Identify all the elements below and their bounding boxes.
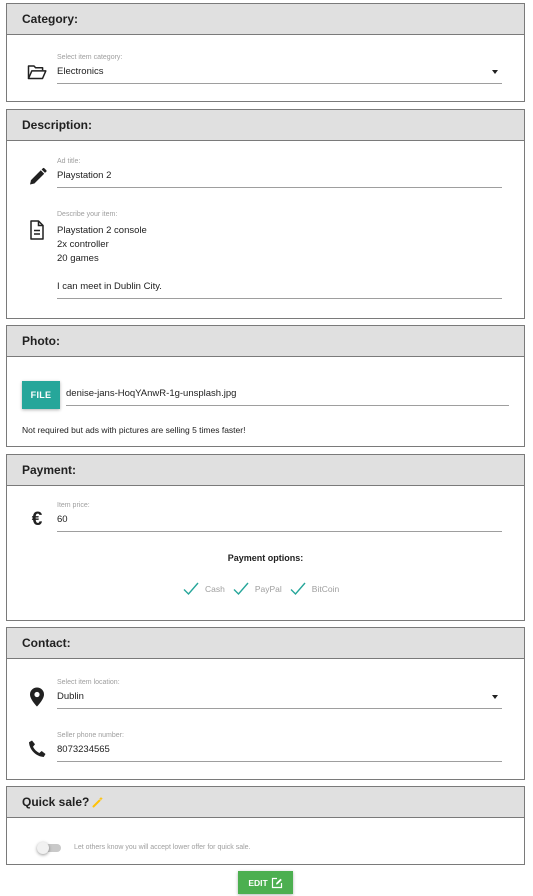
payment-option-cash[interactable]: Cash xyxy=(183,582,225,596)
location-select-label: Select item location: xyxy=(57,679,120,686)
photo-card: Photo: FILE denise-jans-HoqYAnwR-1g-unsp… xyxy=(6,325,525,447)
payment-option-bitcoin[interactable]: BitCoin xyxy=(290,582,339,596)
category-heading: Category: xyxy=(7,4,524,35)
payment-option-label: Cash xyxy=(205,584,225,594)
quick-sale-toggle[interactable] xyxy=(37,842,61,854)
payment-card: Payment: € Item price: 60 Payment option… xyxy=(6,454,525,621)
description-card: Description: Ad title: Playstation 2 Des… xyxy=(6,109,525,319)
phone-input[interactable]: 8073234565 xyxy=(57,740,502,762)
edit-icon xyxy=(271,877,282,888)
item-price-field[interactable]: Item price: 60 xyxy=(57,501,502,532)
file-path-input[interactable]: denise-jans-HoqYAnwR-1g-unsplash.jpg xyxy=(66,387,509,406)
photo-hint: Not required but ads with pictures are s… xyxy=(22,425,246,435)
item-description-field[interactable]: Describe your item: Playstation 2 consol… xyxy=(57,210,502,299)
magic-wand-icon xyxy=(92,796,104,808)
category-select-label: Select item category: xyxy=(57,54,123,61)
category-select-value: Electronics xyxy=(57,62,502,84)
phone-label: Seller phone number: xyxy=(57,732,124,739)
contact-card: Contact: Select item location: Dublin Se… xyxy=(6,627,525,780)
checkmark-icon[interactable] xyxy=(233,582,249,596)
payment-option-label: PayPal xyxy=(254,584,282,594)
payment-option-label: BitCoin xyxy=(311,584,340,594)
quick-sale-header: Quick sale? xyxy=(7,787,524,818)
ad-title-label: Ad title: xyxy=(57,158,81,165)
file-upload-button[interactable]: FILE xyxy=(22,381,60,409)
item-price-label: Item price: xyxy=(57,502,90,509)
payment-options-title: Payment options: xyxy=(227,553,304,563)
payment-option-paypal[interactable]: PayPal xyxy=(233,582,282,596)
edit-button[interactable]: EDIT xyxy=(238,871,293,894)
phone-field[interactable]: Seller phone number: 8073234565 xyxy=(57,731,502,762)
ad-title-input[interactable]: Playstation 2 xyxy=(57,166,502,188)
payment-options: Cash PayPal BitCoin xyxy=(183,582,347,596)
quick-sale-toggle-text: Let others know you will accept lower of… xyxy=(74,844,251,851)
photo-heading: Photo: xyxy=(7,326,524,357)
location-select-value: Dublin xyxy=(57,687,502,709)
quick-sale-card: Quick sale? Let others know you will acc… xyxy=(6,786,525,865)
folder-open-icon xyxy=(27,62,47,82)
document-icon xyxy=(27,220,47,240)
euro-icon: € xyxy=(31,509,43,530)
checkmark-icon[interactable] xyxy=(183,582,199,596)
map-marker-icon xyxy=(27,687,47,707)
category-card: Category: Select item category: Electron… xyxy=(6,3,525,102)
item-description-textarea[interactable]: Playstation 2 console 2x controller 20 g… xyxy=(57,219,502,299)
ad-title-field[interactable]: Ad title: Playstation 2 xyxy=(57,157,502,188)
description-heading: Description: xyxy=(7,110,524,141)
edit-button-label: EDIT xyxy=(248,877,268,888)
category-select[interactable]: Select item category: Electronics xyxy=(57,53,502,84)
chevron-down-icon[interactable] xyxy=(492,70,498,74)
pencil-icon xyxy=(27,167,47,187)
location-select[interactable]: Select item location: Dublin xyxy=(57,678,502,709)
payment-heading: Payment: xyxy=(7,455,524,486)
quick-sale-heading: Quick sale? xyxy=(22,794,90,809)
toggle-knob[interactable] xyxy=(37,842,49,854)
checkmark-icon[interactable] xyxy=(290,582,306,596)
chevron-down-icon[interactable] xyxy=(492,695,498,699)
item-price-input[interactable]: 60 xyxy=(57,510,502,532)
phone-icon xyxy=(27,739,47,759)
contact-heading: Contact: xyxy=(7,628,524,659)
item-description-label: Describe your item: xyxy=(57,211,118,218)
